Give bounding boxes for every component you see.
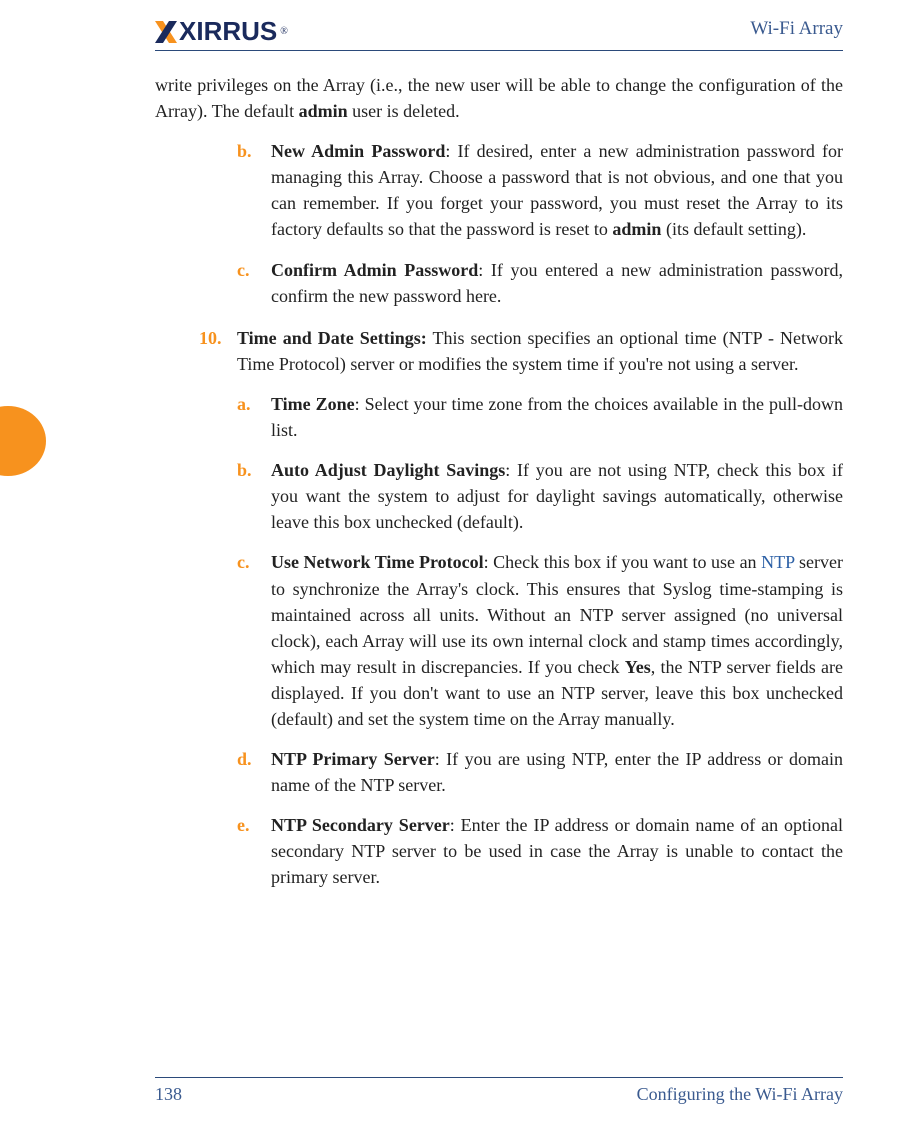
text: : Check this box if you want to use an [484,552,762,572]
text: user is deleted. [348,101,460,121]
list-subitem-10c: c. Use Network Time Protocol: Check this… [237,549,843,732]
list-marker: c. [237,549,265,575]
text: write privileges on the Array (i.e., the… [155,75,843,121]
item-term: NTP Secondary Server [271,815,450,835]
list-subitem-c: c. Confirm Admin Password: If you entere… [237,257,843,309]
list-marker: a. [237,391,265,417]
page-footer: 138 Configuring the Wi-Fi Array [155,1077,843,1105]
text: (its default setting). [661,219,806,239]
brand-name: XIRRUS [179,16,277,47]
page-number: 138 [155,1084,182,1105]
brand-registered: ® [280,26,288,37]
list-subitem-10d: d. NTP Primary Server: If you are using … [237,746,843,798]
list-marker: 10. [199,325,222,351]
footer-row: 138 Configuring the Wi-Fi Array [155,1084,843,1105]
item-term: Confirm Admin Password [271,260,478,280]
page: XIRRUS ® Wi-Fi Array write privileges on… [0,0,901,1137]
list-subitem-10b: b. Auto Adjust Daylight Savings: If you … [237,457,843,535]
item-term: Time Zone [271,394,355,414]
continuation-paragraph: write privileges on the Array (i.e., the… [155,72,843,124]
bold-term: Yes [625,657,651,677]
item-term: Time and Date Settings: [237,328,427,348]
list-marker: d. [237,746,265,772]
item-term: NTP Primary Server [271,749,435,769]
doc-title: Wi-Fi Array [750,18,843,40]
page-header: XIRRUS ® Wi-Fi Array [0,0,901,66]
bold-term: admin [299,101,348,121]
footer-rule [155,1077,843,1078]
list-subitem-10a: a. Time Zone: Select your time zone from… [237,391,843,443]
header-rule [155,50,843,51]
list-item-10: 10. Time and Date Settings: This section… [199,325,843,377]
item-term: Use Network Time Protocol [271,552,484,572]
list-marker: b. [237,457,265,483]
item-term: New Admin Password [271,141,445,161]
text: : Select your time zone from the choices… [271,394,843,440]
list-subitem-10e: e. NTP Secondary Server: Enter the IP ad… [237,812,843,890]
body-text: write privileges on the Array (i.e., the… [155,72,843,891]
brand-mark-icon [155,21,177,43]
list-marker: b. [237,138,265,164]
list-subitem-b: b. New Admin Password: If desired, enter… [237,138,843,242]
footer-section: Configuring the Wi-Fi Array [637,1084,843,1105]
brand-logo: XIRRUS ® [155,16,288,47]
list-marker: c. [237,257,265,283]
bold-term: admin [612,219,661,239]
list-marker: e. [237,812,265,838]
ntp-link[interactable]: NTP [761,552,794,572]
section-tab-icon [0,406,46,476]
item-term: Auto Adjust Daylight Savings [271,460,505,480]
